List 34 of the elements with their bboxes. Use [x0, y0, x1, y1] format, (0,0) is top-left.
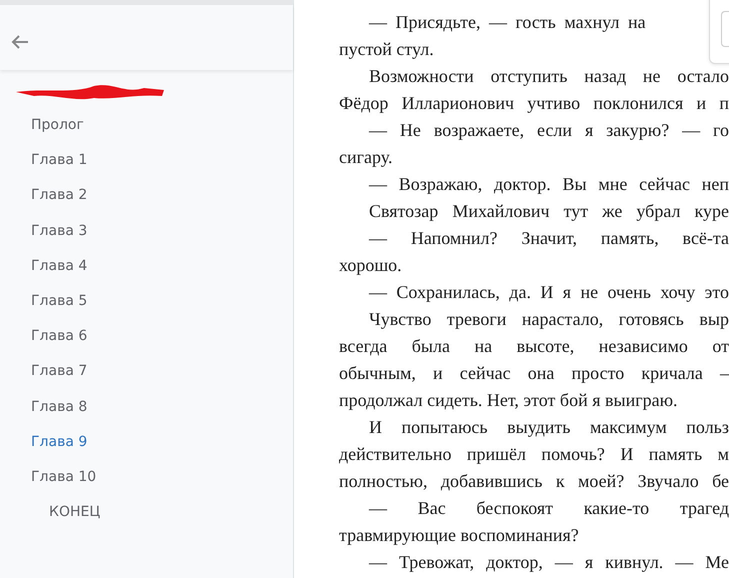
- chapter-link[interactable]: Глава 8: [0, 390, 88, 425]
- text-line: Чувство тревоги нарастало, готовясь выр: [368, 308, 729, 331]
- chapter-link[interactable]: Глава 3: [0, 214, 88, 249]
- chapter-link[interactable]: Глава 9: [0, 424, 88, 460]
- text-line: Фёдор Илларионович учтиво поклонился и п: [339, 92, 729, 115]
- text-line: — Присядьте, — гость махнул на: [368, 11, 647, 34]
- text-line: — Напомнил? Значит, память, всё-та: [368, 227, 729, 250]
- text-line: травмирующие воспоминания?: [339, 524, 580, 547]
- text-line: — Сохранилась, да. И я не очень хочу это: [368, 281, 729, 304]
- back-arrow-icon: [10, 34, 30, 50]
- text-line: — Не возражаете, если я закурю? — го: [368, 119, 729, 142]
- chapter-link[interactable]: Глава 7: [0, 354, 88, 390]
- text-line: обычным, и сейчас она просто кричала –: [339, 362, 729, 385]
- chapter-link[interactable]: Глава 2: [0, 178, 88, 214]
- text-line: всегда была на высоте, независимо от: [339, 335, 729, 358]
- chapter-link[interactable]: Глава 10: [0, 460, 96, 496]
- text-line: пустой стул.: [339, 38, 435, 61]
- chapter-link[interactable]: Глава 6: [0, 319, 88, 354]
- text-line: И попытаюсь выудить максимум польз: [368, 416, 729, 439]
- chapter-link[interactable]: Глава 5: [0, 284, 88, 320]
- chapter-link[interactable]: КОНЕЦ: [0, 495, 100, 530]
- text-line: хорошо.: [339, 254, 403, 277]
- text-line: продолжал сидеть. Нет, этот бой я выиграю.: [339, 389, 679, 412]
- text-line: — Вас беспокоят какие-то трагед: [368, 497, 729, 520]
- text-line: Возможности отступить назад не остало: [368, 65, 729, 88]
- text-line: — Возражаю, доктор. Вы мне сейчас неп: [368, 173, 729, 196]
- text-line: Святозар Михайлович тут же убрал куре: [368, 200, 729, 223]
- chapter-link[interactable]: Глава 1: [0, 143, 88, 178]
- chapter-link[interactable]: Пролог: [0, 108, 84, 144]
- text-line: полностью, добавившись к моей? Звучало бе: [339, 470, 729, 493]
- chapter-link[interactable]: Глава 4: [0, 248, 88, 284]
- text-line: — Тревожат, доктор, — я кивнул. — Ме: [368, 551, 729, 574]
- text-line: сигару.: [339, 146, 394, 169]
- text-line: действительно пришёл помочь? И память м: [339, 443, 729, 466]
